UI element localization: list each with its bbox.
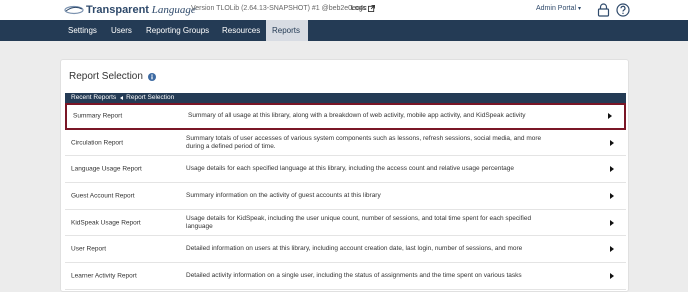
- logs-link[interactable]: Logs: [351, 5, 376, 12]
- play-arrow-icon[interactable]: [608, 113, 612, 120]
- report-name: KidSpeak Usage Report: [71, 219, 141, 227]
- breadcrumb-current: Report Selection: [126, 94, 175, 101]
- play-arrow-icon[interactable]: [610, 246, 614, 253]
- report-row-circulation[interactable]: Circulation Report Summary totals of use…: [65, 130, 626, 157]
- admin-portal-label: Admin Portal: [536, 5, 577, 12]
- report-description: Detailed activity information on a singl…: [186, 271, 522, 279]
- help-icon[interactable]: [616, 3, 630, 17]
- report-description: Usage details for KidSpeak, including th…: [186, 214, 532, 230]
- nav-tab-reports[interactable]: Reports: [266, 20, 308, 41]
- breadcrumb-recent-reports[interactable]: Recent Reports: [71, 94, 116, 101]
- report-name: Learner Activity Report: [71, 272, 137, 280]
- report-row-language-usage[interactable]: Language Usage Report Usage details for …: [65, 156, 626, 184]
- lock-icon[interactable]: [597, 3, 610, 17]
- logo-swoosh-icon: [64, 5, 84, 15]
- main-nav: Settings Users Reporting Groups Resource…: [0, 20, 688, 41]
- report-name: Language Usage Report: [71, 165, 142, 173]
- nav-tab-settings[interactable]: Settings: [62, 20, 103, 41]
- report-description: Usage details for each specified languag…: [186, 165, 514, 173]
- version-label: Version TLOLib (2.64.13-SNAPSHOT) #1 @be…: [191, 5, 367, 12]
- report-name: User Report: [71, 245, 107, 253]
- report-name: Circulation Report: [71, 139, 124, 147]
- report-description: Summary of all usage at this library, al…: [188, 112, 526, 120]
- report-description: Detailed information on users at this li…: [186, 245, 523, 253]
- breadcrumb-separator-icon: [120, 96, 124, 100]
- nav-tab-resources[interactable]: Resources: [216, 20, 266, 41]
- report-row-user[interactable]: User Report Detailed information on user…: [65, 236, 626, 264]
- play-arrow-icon[interactable]: [610, 139, 614, 146]
- admin-portal-menu[interactable]: Admin Portal ▾: [536, 5, 581, 12]
- play-arrow-icon[interactable]: [610, 219, 614, 226]
- report-row-guest-account[interactable]: Guest Account Report Summary information…: [65, 183, 626, 210]
- top-bar: Transparent Language Version TLOLib (2.6…: [0, 0, 688, 20]
- info-icon[interactable]: [147, 72, 156, 81]
- logo-text: Transparent Language: [86, 4, 196, 16]
- report-description: Summary totals of user accesses of vario…: [186, 134, 542, 150]
- breadcrumb: Recent Reports Report Selection: [65, 93, 626, 103]
- page-title: Report Selection: [69, 71, 156, 82]
- nav-tab-users[interactable]: Users: [105, 20, 138, 41]
- logo[interactable]: Transparent Language: [64, 3, 196, 17]
- play-arrow-icon[interactable]: [610, 192, 614, 199]
- chevron-down-icon: ▾: [578, 6, 582, 12]
- report-row-learner-activity[interactable]: Learner Activity Report Detailed activit…: [65, 263, 626, 290]
- report-name: Guest Account Report: [71, 192, 135, 200]
- report-name: Summary Report: [73, 112, 123, 120]
- report-description: Summary information on the activity of g…: [186, 191, 381, 199]
- nav-tab-reporting-groups[interactable]: Reporting Groups: [140, 20, 215, 41]
- play-arrow-icon[interactable]: [610, 166, 614, 173]
- external-link-icon: [368, 5, 376, 12]
- page-title-text: Report Selection: [69, 71, 143, 82]
- play-arrow-icon[interactable]: [610, 272, 614, 279]
- report-selection-card: Report Selection Recent Reports Report Se…: [60, 59, 629, 292]
- report-row-summary[interactable]: Summary Report Summary of all usage at t…: [65, 103, 626, 130]
- report-list: Summary Report Summary of all usage at t…: [65, 103, 626, 290]
- report-row-kidspeak-usage[interactable]: KidSpeak Usage Report Usage details for …: [65, 210, 626, 237]
- logs-label: Logs: [351, 5, 367, 12]
